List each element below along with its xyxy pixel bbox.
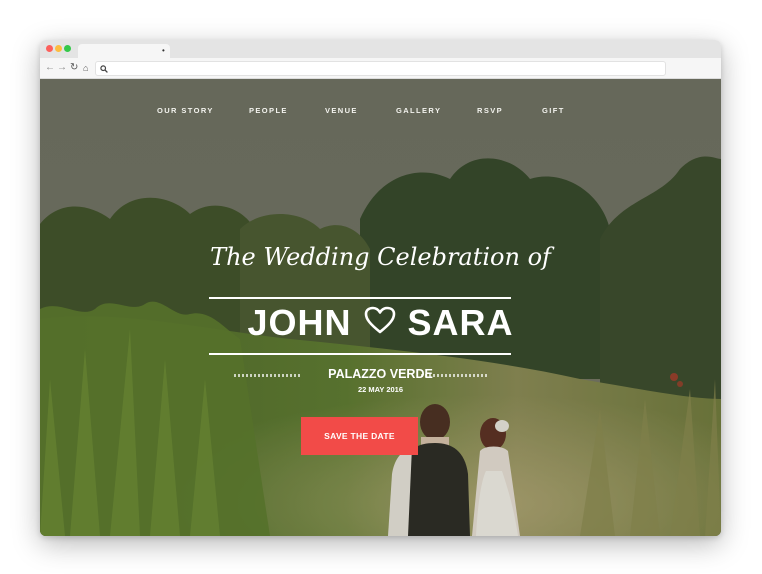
hero-section: OUR STORY PEOPLE VENUE GALLERY RSVP GIFT… [40, 79, 721, 536]
hero-script-title: The Wedding Celebration of [210, 243, 551, 271]
browser-window: • ← → ↻ ⌂ OUR STORY PEOPLE VENUE GALLERY… [40, 40, 721, 536]
couple-names: JOHN SARA [40, 303, 721, 345]
minimize-window-button[interactable] [55, 45, 62, 52]
name-left: JOHN [247, 302, 352, 343]
nav-item-venue[interactable]: VENUE [325, 106, 358, 115]
browser-toolbar: ← → ↻ ⌂ [40, 58, 721, 79]
maximize-window-button[interactable] [64, 45, 71, 52]
search-icon [100, 62, 108, 75]
names-top-rule [209, 297, 511, 299]
browser-tab-bar: • [40, 40, 721, 58]
heart-icon [364, 302, 396, 342]
browser-tab[interactable]: • [78, 44, 170, 58]
names-bottom-rule [209, 353, 511, 355]
site-nav: OUR STORY PEOPLE VENUE GALLERY RSVP GIFT [40, 106, 721, 120]
save-the-date-button[interactable]: SAVE THE DATE [301, 417, 418, 455]
venue-right-ornament [421, 374, 487, 377]
back-icon[interactable]: ← [45, 61, 55, 75]
nav-item-our-story[interactable]: OUR STORY [157, 106, 214, 115]
nav-item-rsvp[interactable]: RSVP [477, 106, 503, 115]
nav-item-gallery[interactable]: GALLERY [396, 106, 441, 115]
tab-title: • [162, 46, 165, 55]
close-window-button[interactable] [46, 45, 53, 52]
nav-item-people[interactable]: PEOPLE [249, 106, 288, 115]
name-right: SARA [407, 302, 514, 343]
forward-icon[interactable]: → [57, 61, 67, 75]
nav-item-gift[interactable]: GIFT [542, 106, 565, 115]
address-bar[interactable] [95, 61, 666, 76]
event-date: 22 MAY 2016 [357, 385, 404, 394]
venue-name: PALAZZO VERDE [328, 367, 433, 381]
home-icon[interactable]: ⌂ [83, 61, 88, 75]
reload-icon[interactable]: ↻ [70, 61, 78, 75]
